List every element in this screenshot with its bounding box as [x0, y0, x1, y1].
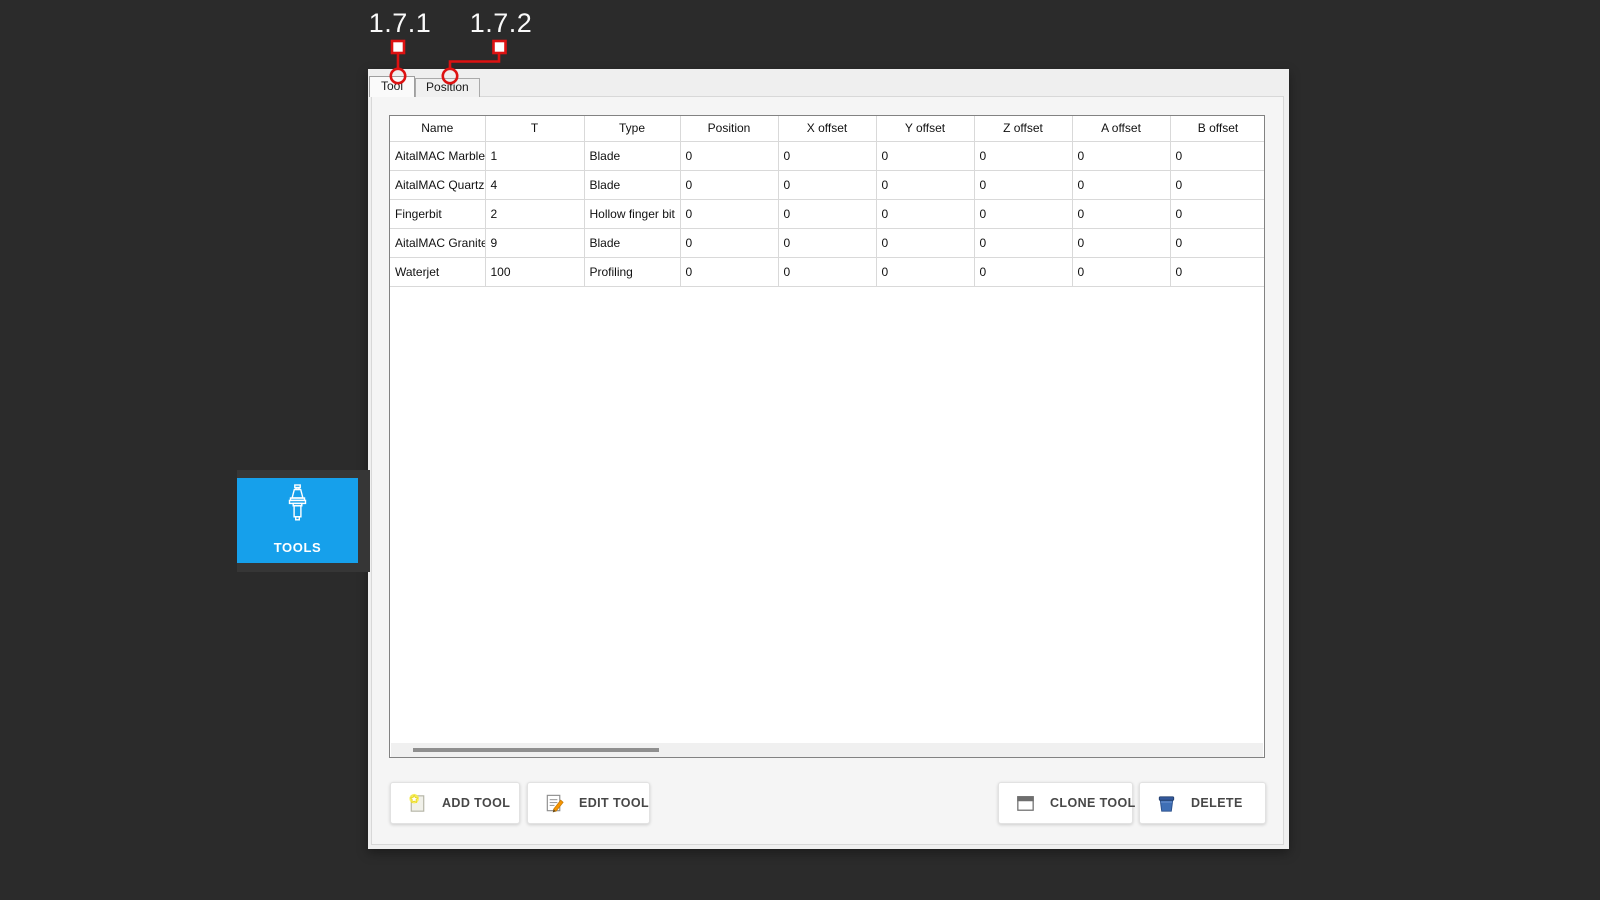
- table-cell: 0: [1170, 257, 1265, 286]
- edit-document-icon: [543, 792, 566, 815]
- table-cell: 0: [1170, 170, 1265, 199]
- table-cell: AitalMAC Granite: [390, 228, 485, 257]
- tools-button-label: TOOLS: [274, 540, 322, 555]
- column-header[interactable]: T: [485, 116, 584, 141]
- table-cell: 0: [1170, 141, 1265, 170]
- table-cell: 2: [485, 199, 584, 228]
- tool-table-body: AitalMAC Marble1Blade000000AitalMAC Quar…: [390, 141, 1265, 286]
- table-cell: 0: [680, 141, 778, 170]
- table-cell: 0: [1170, 199, 1265, 228]
- table-cell: 0: [778, 141, 876, 170]
- table-cell: 0: [778, 199, 876, 228]
- table-cell: Hollow finger bit: [584, 199, 680, 228]
- table-cell: 0: [778, 257, 876, 286]
- table-row[interactable]: Fingerbit2Hollow finger bit000000: [390, 199, 1265, 228]
- tab-position[interactable]: Position: [415, 78, 480, 97]
- table-row[interactable]: Waterjet100Profiling000000: [390, 257, 1265, 286]
- table-cell: 0: [1072, 228, 1170, 257]
- clone-tool-button[interactable]: CLONE TOOL: [998, 782, 1133, 824]
- delete-tool-label: DELETE: [1191, 796, 1243, 810]
- table-cell: 0: [1072, 170, 1170, 199]
- table-cell: 0: [1072, 199, 1170, 228]
- table-cell: 1: [485, 141, 584, 170]
- tools-panel: Tool Position NameTTypePositionX offsetY…: [368, 69, 1289, 849]
- table-cell: 0: [680, 257, 778, 286]
- table-row[interactable]: AitalMAC Marble1Blade000000: [390, 141, 1265, 170]
- tools-sidebar-button[interactable]: TOOLS: [237, 478, 358, 563]
- callout-line-2: [450, 53, 499, 69]
- new-document-icon: [406, 792, 429, 815]
- table-cell: Waterjet: [390, 257, 485, 286]
- annotation-label-1-7-1: 1.7.1: [369, 8, 432, 39]
- table-row[interactable]: AitalMAC Granite9Blade000000: [390, 228, 1265, 257]
- table-cell: 0: [974, 141, 1072, 170]
- table-cell: Profiling: [584, 257, 680, 286]
- table-cell: 0: [1072, 141, 1170, 170]
- tab-tool[interactable]: Tool: [369, 76, 415, 97]
- table-cell: Blade: [584, 228, 680, 257]
- add-tool-button[interactable]: ADD TOOL: [390, 782, 520, 824]
- delete-tool-button[interactable]: DELETE: [1139, 782, 1266, 824]
- edit-tool-button[interactable]: EDIT TOOL: [527, 782, 650, 824]
- column-header[interactable]: Z offset: [974, 116, 1072, 141]
- callout-square-1: [392, 41, 404, 53]
- table-cell: 0: [974, 257, 1072, 286]
- tab-strip: Tool Position: [369, 76, 480, 97]
- column-header[interactable]: B offset: [1170, 116, 1265, 141]
- table-cell: 0: [680, 199, 778, 228]
- table-cell: 0: [876, 170, 974, 199]
- tool-table: NameTTypePositionX offsetY offsetZ offse…: [389, 115, 1265, 758]
- column-header[interactable]: Type: [584, 116, 680, 141]
- table-cell: 0: [778, 170, 876, 199]
- table-cell: 0: [974, 199, 1072, 228]
- column-header[interactable]: Position: [680, 116, 778, 141]
- table-cell: Blade: [584, 170, 680, 199]
- table-header-row: NameTTypePositionX offsetY offsetZ offse…: [390, 116, 1265, 141]
- table-cell: 0: [876, 199, 974, 228]
- table-cell: 100: [485, 257, 584, 286]
- table-cell: 0: [778, 228, 876, 257]
- table-cell: 0: [680, 228, 778, 257]
- table-cell: 0: [1170, 228, 1265, 257]
- tool-holder-icon: [284, 484, 311, 524]
- column-header[interactable]: Name: [390, 116, 485, 141]
- table-row[interactable]: AitalMAC Quartz4Blade000000: [390, 170, 1265, 199]
- edit-tool-label: EDIT TOOL: [579, 796, 649, 810]
- table-cell: 0: [876, 257, 974, 286]
- column-header[interactable]: X offset: [778, 116, 876, 141]
- table-cell: Fingerbit: [390, 199, 485, 228]
- horizontal-scrollbar-track[interactable]: [391, 743, 1263, 757]
- table-cell: AitalMAC Quartz: [390, 170, 485, 199]
- horizontal-scrollbar-thumb[interactable]: [413, 748, 659, 752]
- window-copy-icon: [1014, 792, 1037, 815]
- table-cell: 0: [974, 170, 1072, 199]
- column-header[interactable]: A offset: [1072, 116, 1170, 141]
- column-header[interactable]: Y offset: [876, 116, 974, 141]
- trash-bucket-icon: [1155, 792, 1178, 815]
- add-tool-label: ADD TOOL: [442, 796, 510, 810]
- table-cell: Blade: [584, 141, 680, 170]
- annotation-label-1-7-2: 1.7.2: [470, 8, 533, 39]
- callout-square-2: [494, 41, 506, 53]
- table-cell: 0: [1072, 257, 1170, 286]
- clone-tool-label: CLONE TOOL: [1050, 796, 1136, 810]
- table-cell: 0: [876, 141, 974, 170]
- table-cell: 9: [485, 228, 584, 257]
- table-cell: AitalMAC Marble: [390, 141, 485, 170]
- table-cell: 0: [974, 228, 1072, 257]
- table-cell: 0: [680, 170, 778, 199]
- table-cell: 4: [485, 170, 584, 199]
- table-cell: 0: [876, 228, 974, 257]
